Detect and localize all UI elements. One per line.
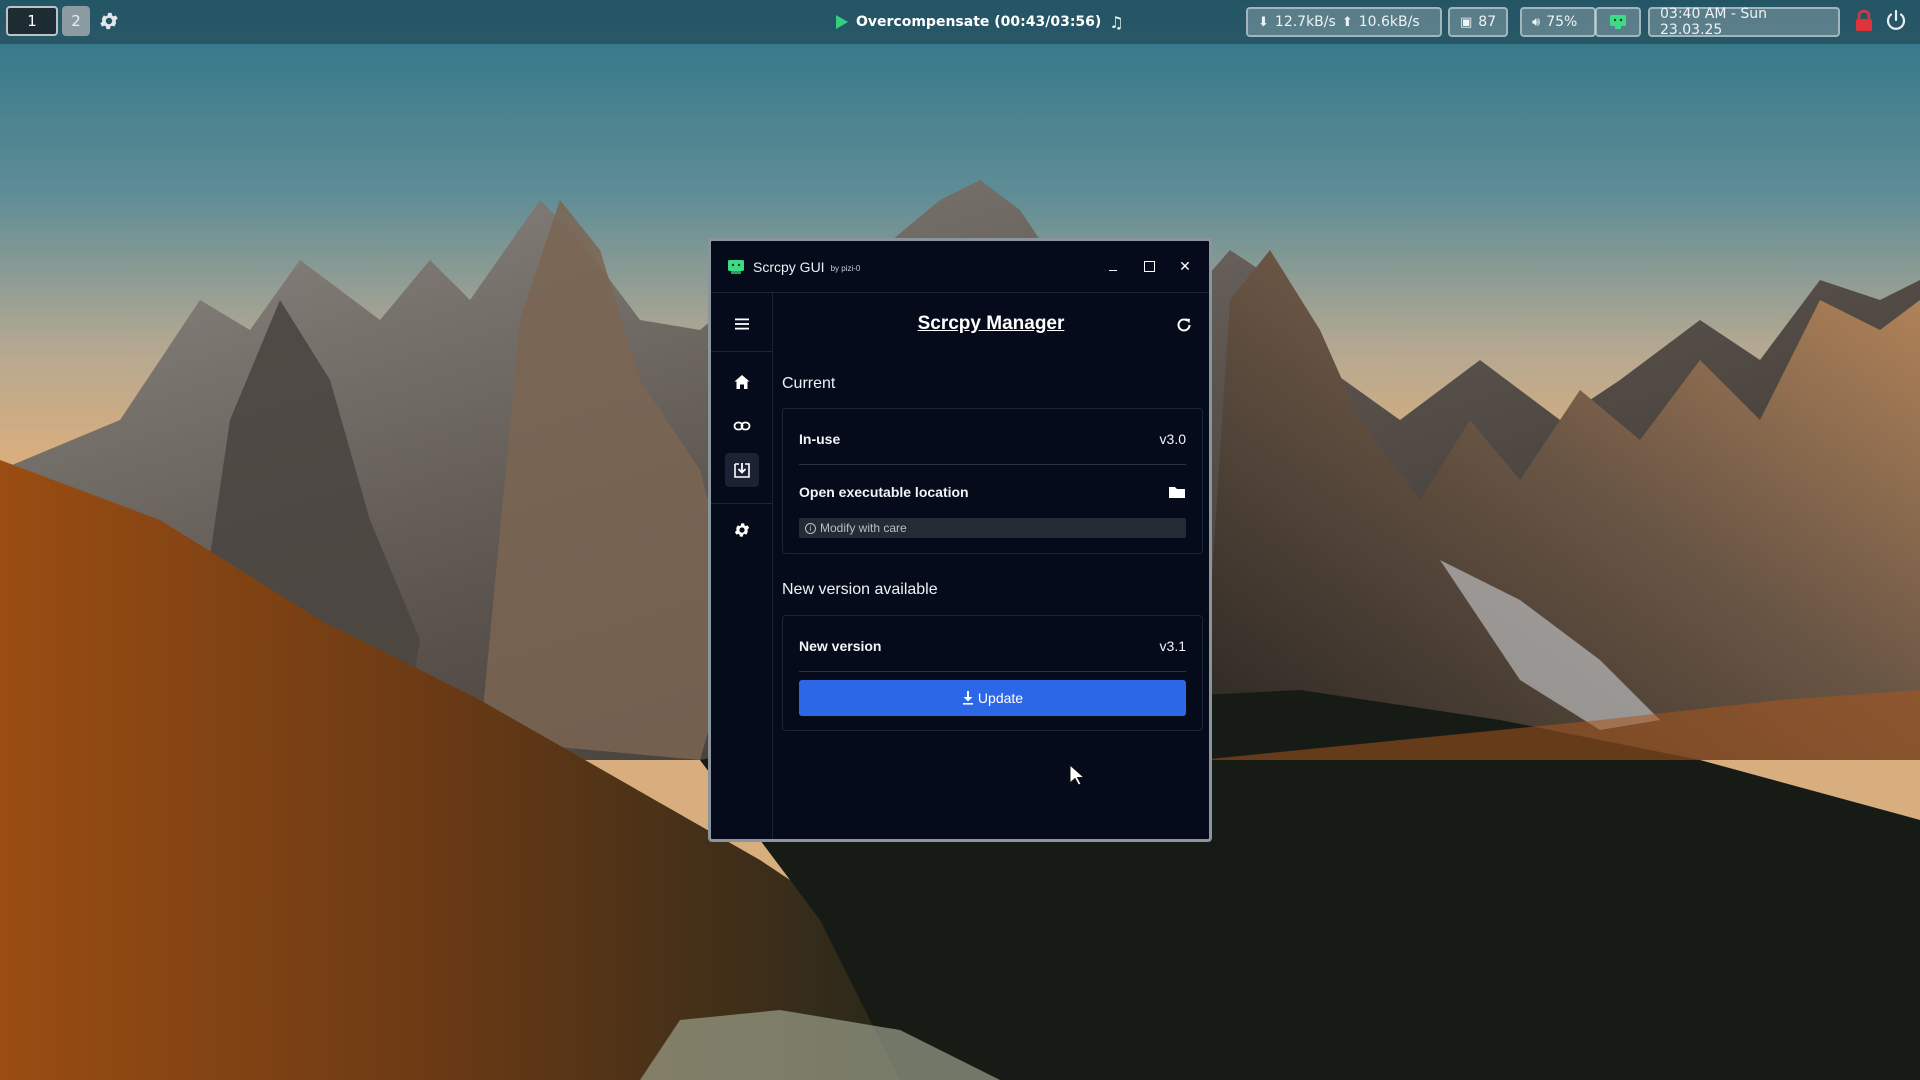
- scrcpy-gui-window: Scrcpy GUI by pizi-0 ✕ Scrcpy Manager Cu…: [708, 238, 1212, 842]
- new-version-label: New version: [799, 638, 882, 654]
- workspace-1-button[interactable]: 1: [6, 6, 58, 36]
- row-divider: [799, 671, 1186, 672]
- clock-widget[interactable]: 03:40 AM - Sun 23.03.25: [1648, 6, 1840, 38]
- window-controls: ✕: [1105, 258, 1193, 275]
- power-icon[interactable]: [1884, 9, 1908, 33]
- monitor-icon: [1610, 15, 1626, 29]
- in-use-label: In-use: [799, 431, 841, 447]
- maximize-icon: [1143, 261, 1155, 272]
- download-box-icon: [734, 463, 750, 478]
- sidebar-divider: [711, 351, 773, 352]
- home-icon: [734, 375, 750, 389]
- sidebar: [711, 293, 773, 839]
- sidebar-item-connect[interactable]: [725, 409, 759, 443]
- media-player-widget[interactable]: Overcompensate (00:43/03:56) ♫: [836, 11, 1124, 33]
- new-version-value: v3.1: [1159, 638, 1186, 654]
- open-location-row[interactable]: Open executable location: [799, 484, 1186, 500]
- workspace-switcher: 1 2: [6, 6, 90, 36]
- sidebar-menu-button[interactable]: [725, 307, 759, 341]
- minimize-icon: [1109, 269, 1117, 272]
- volume-level: 75%: [1546, 14, 1578, 30]
- page-title: Scrcpy Manager: [917, 313, 1065, 334]
- speaker-icon: 🔊︎: [1532, 14, 1541, 30]
- window-body: Scrcpy Manager Current In-use v3.0 Open …: [711, 293, 1209, 839]
- new-version-card: New version v3.1 Update: [782, 615, 1203, 731]
- download-arrow-icon: ⬇: [1258, 14, 1269, 30]
- media-track-text: Overcompensate (00:43/03:56): [856, 14, 1102, 30]
- lock-icon[interactable]: [1854, 10, 1874, 32]
- row-divider: [799, 464, 1186, 465]
- play-icon[interactable]: [836, 15, 848, 29]
- gear-icon: [734, 523, 750, 537]
- package-icon: ▣: [1460, 14, 1473, 30]
- current-version-card: In-use v3.0 Open executable location i M…: [782, 408, 1203, 554]
- minimize-button[interactable]: [1105, 259, 1121, 275]
- clock-text: 03:40 AM - Sun 23.03.25: [1660, 6, 1768, 38]
- section-title-new-version: New version available: [782, 581, 938, 598]
- sidebar-item-settings[interactable]: [725, 513, 759, 547]
- package-updates-widget[interactable]: ▣ 87: [1448, 7, 1508, 37]
- folder-icon[interactable]: [1168, 484, 1186, 500]
- sidebar-item-scrcpy-manager[interactable]: [725, 453, 759, 487]
- package-count: 87: [1478, 14, 1497, 30]
- network-up-value: 10.6kB/s: [1358, 14, 1420, 30]
- update-button[interactable]: Update: [799, 680, 1186, 716]
- app-logo-icon: [728, 259, 744, 274]
- window-titlebar[interactable]: Scrcpy GUI by pizi-0 ✕: [711, 241, 1209, 293]
- update-button-label: Update: [977, 690, 1024, 706]
- refresh-icon[interactable]: [1175, 316, 1193, 334]
- music-note-icon: ♫: [1109, 12, 1124, 32]
- mouse-cursor-icon: [1069, 763, 1086, 786]
- tray-app-button[interactable]: [1595, 7, 1641, 37]
- window-subtitle: by pizi-0: [830, 263, 861, 273]
- sidebar-item-home[interactable]: [725, 365, 759, 399]
- modify-with-care-hint: i Modify with care: [799, 518, 1186, 538]
- in-use-value: v3.0: [1159, 431, 1186, 447]
- open-location-label: Open executable location: [799, 484, 969, 500]
- top-panel: 1 2 Overcompensate (00:43/03:56) ♫ ⬇ 12.…: [0, 0, 1920, 44]
- link-icon: [733, 421, 751, 431]
- download-icon: [962, 691, 973, 705]
- in-use-row: In-use v3.0: [799, 431, 1186, 447]
- network-speed-widget[interactable]: ⬇ 12.7kB/s ⬆ 10.6kB/s: [1246, 7, 1442, 37]
- info-icon: i: [805, 522, 816, 534]
- section-title-current: Current: [782, 375, 836, 392]
- close-icon: ✕: [1179, 258, 1191, 274]
- volume-widget[interactable]: 🔊︎ 75%: [1520, 7, 1596, 37]
- sidebar-divider: [711, 503, 773, 504]
- workspace-2-button[interactable]: 2: [62, 6, 90, 36]
- hint-text: Modify with care: [820, 521, 907, 535]
- new-version-row: New version v3.1: [799, 638, 1186, 654]
- close-button[interactable]: ✕: [1177, 258, 1193, 275]
- network-down-value: 12.7kB/s: [1274, 14, 1336, 30]
- maximize-button[interactable]: [1141, 259, 1157, 275]
- hamburger-menu-icon: [735, 318, 749, 330]
- main-content: Scrcpy Manager Current In-use v3.0 Open …: [773, 293, 1209, 839]
- gear-icon[interactable]: [98, 10, 120, 32]
- window-title: Scrcpy GUI: [753, 258, 825, 275]
- upload-arrow-icon: ⬆: [1341, 14, 1353, 30]
